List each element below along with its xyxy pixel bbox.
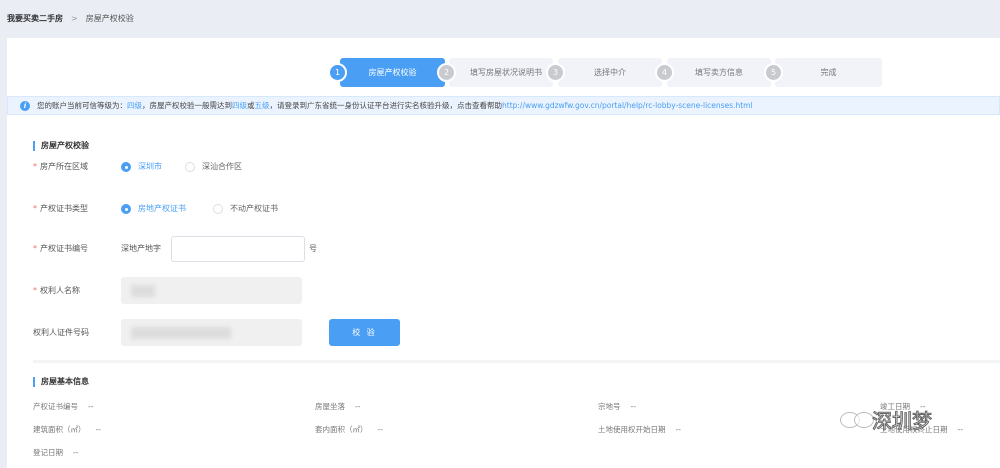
owner-id-label: 权利人证件号码	[33, 328, 89, 337]
notice-level: 四级	[232, 101, 247, 110]
step-1: 房屋产权校验	[340, 58, 445, 87]
cert-prefix: 深地产地字	[121, 244, 161, 253]
field-cert-no: 产权证书编号 --	[33, 402, 94, 411]
notice-bar: i 您的账户当前可信等级为： 四级 ，房屋产权校验一般需达到 四级或五级 ，请登录到广东…	[7, 96, 1000, 115]
notice-text: ，房屋产权校验一般需达到	[142, 101, 232, 110]
owner-id-field[interactable]	[121, 319, 302, 346]
watermark: 深圳梦	[840, 405, 933, 434]
step-number: 4	[655, 63, 674, 82]
breadcrumb-current: 房屋产权校验	[85, 14, 134, 23]
region-label: * 房产所在区域	[33, 162, 88, 171]
step-label: 选择中介	[594, 68, 626, 77]
step-3: 选择中介	[558, 58, 662, 87]
breadcrumb-parent[interactable]: 我要买卖二手房	[7, 14, 63, 23]
cert-no-input[interactable]	[171, 236, 305, 262]
step-number: 5	[764, 63, 783, 82]
radio-dot	[121, 161, 131, 172]
radio-shenshan[interactable]: 深汕合作区	[185, 161, 242, 172]
info-icon: i	[20, 100, 30, 111]
section-title: 房屋产权校验	[33, 141, 89, 151]
radio-dot	[185, 161, 195, 172]
wechat-icon	[854, 411, 874, 428]
field-location: 房屋坐落 --	[315, 402, 361, 411]
step-2: 填写房屋状况说明书	[449, 58, 553, 87]
step-label: 填写房屋状况说明书	[470, 68, 542, 77]
cert-type-label: * 产权证书类型	[33, 204, 88, 213]
radio-dot	[213, 203, 223, 214]
breadcrumb: 我要买卖二手房 > 房屋产权校验	[7, 13, 134, 24]
field-building-area: 建筑面积（㎡） --	[33, 425, 101, 434]
step-label: 完成	[820, 68, 837, 77]
field-inner-area: 套内面积（㎡） --	[315, 425, 383, 434]
help-link[interactable]: http://www.gdzwfw.gov.cn/portal/help/rc-…	[502, 101, 753, 110]
step-label: 填写卖方信息	[695, 68, 743, 77]
cert-suffix: 号	[309, 244, 317, 253]
radio-shenzhen[interactable]: 深圳市	[121, 161, 162, 172]
notice-text: ，请登录到广东省统一身份认证平台进行实名核验升级，点击查看帮助	[269, 101, 503, 110]
step-label: 房屋产权校验	[368, 68, 417, 77]
radio-budongchan-cert[interactable]: 不动产权证书	[213, 203, 278, 214]
owner-label: * 权利人名称	[33, 286, 80, 295]
step-number: 3	[546, 63, 565, 82]
field-register-date: 登记日期 --	[33, 448, 79, 457]
cert-no-label: * 产权证书编号	[33, 244, 88, 253]
step-5: 完成	[775, 58, 882, 87]
notice-level: 五级	[254, 101, 270, 110]
field-parcel-no: 宗地号 --	[598, 402, 636, 411]
divider	[33, 360, 1000, 363]
step-number: 2	[437, 63, 456, 82]
breadcrumb-separator: >	[71, 14, 78, 23]
verify-button[interactable]: 校 验	[329, 319, 400, 346]
radio-fangdichan-cert[interactable]: 房地产权证书	[121, 203, 186, 214]
notice-level: 四级	[127, 101, 142, 110]
section-title: 房屋基本信息	[33, 377, 89, 387]
field-land-start-date: 土地使用权开始日期 --	[598, 425, 681, 434]
step-4: 填写卖方信息	[667, 58, 771, 87]
step-number: 1	[328, 63, 347, 82]
notice-text: 或	[247, 101, 255, 110]
notice-text: 您的账户当前可信等级为：	[37, 101, 127, 110]
owner-name-field[interactable]	[121, 277, 302, 304]
radio-dot	[121, 203, 131, 214]
